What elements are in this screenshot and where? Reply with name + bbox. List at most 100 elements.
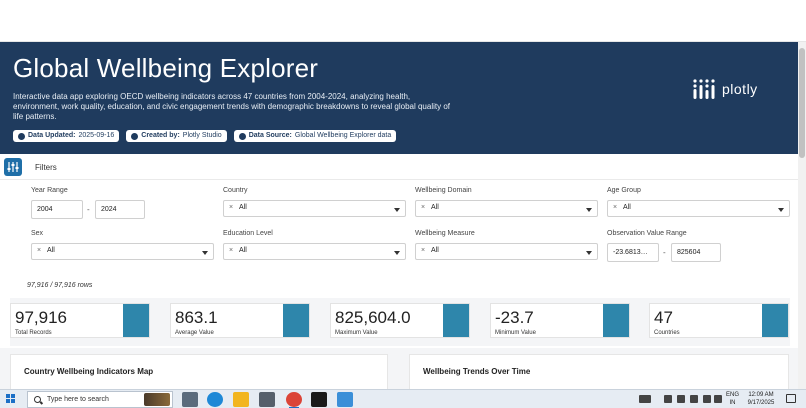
clear-icon[interactable]: × (421, 247, 425, 254)
kpi-accent (123, 304, 149, 337)
chevron-down-icon[interactable] (394, 208, 400, 212)
age-group-select[interactable]: × All (607, 200, 790, 217)
clear-icon[interactable]: × (229, 204, 233, 211)
row-count: 97,916 / 97,916 rows (27, 282, 93, 289)
file-explorer-icon[interactable] (233, 392, 249, 407)
app-icon[interactable] (311, 392, 327, 407)
mail-icon[interactable] (259, 392, 275, 407)
obs-min-input[interactable]: -23.6813… (607, 243, 659, 262)
badge-label: Data Source: (248, 132, 292, 139)
country-select[interactable]: × All (223, 200, 406, 217)
filters-title: Filters (35, 163, 57, 172)
selected-value: All (239, 247, 247, 254)
screen: Global Wellbeing Explorer Interactive da… (0, 0, 806, 408)
panel-title: Wellbeing Trends Over Time (423, 367, 531, 376)
clock-date: 9/17/2025 (747, 400, 775, 406)
badge-label: Created by: (141, 132, 180, 139)
map-panel: Country Wellbeing Indicators Map (10, 354, 388, 390)
kpi-label: Total Records (15, 330, 52, 336)
filters-toggle-bar[interactable]: Filters (0, 156, 798, 180)
wifi-icon[interactable] (703, 395, 711, 403)
data-updated-badge: Data Updated: 2025-09-16 (13, 130, 120, 142)
measure-select[interactable]: × All (415, 243, 598, 260)
year-from-input[interactable]: 2004 (31, 200, 83, 219)
chevron-down-icon[interactable] (586, 251, 592, 255)
kpi-value: 47 (654, 308, 673, 327)
kpi-label: Maximum Value (335, 330, 378, 336)
kpi-value: 97,916 (15, 308, 67, 327)
chevron-down-icon[interactable] (202, 251, 208, 255)
taskbar: Type here to search ENG IN 12:09 AM 9/17… (0, 389, 806, 408)
country-label: Country (223, 187, 248, 194)
cloud-icon[interactable] (677, 395, 685, 403)
obs-max-input[interactable]: 825604 (671, 243, 721, 262)
taskbar-search-box[interactable]: Type here to search (27, 391, 173, 408)
kpi-label: Average Value (175, 330, 214, 336)
logo-text: plotly (722, 81, 758, 97)
language-code: ENG (726, 392, 740, 398)
selected-value: All (431, 204, 439, 211)
chrome-icon[interactable] (286, 392, 302, 408)
domain-select[interactable]: × All (415, 200, 598, 217)
selected-value: All (47, 247, 55, 254)
database-icon (238, 132, 246, 140)
clear-icon[interactable]: × (613, 204, 617, 211)
created-by-badge: Created by: Plotly Studio (126, 130, 227, 142)
badge-value: Global Wellbeing Explorer data (294, 132, 392, 139)
chevron-down-icon[interactable] (394, 251, 400, 255)
year-range-label: Year Range (31, 187, 68, 194)
search-icon (34, 396, 41, 403)
page-scrollbar[interactable] (798, 42, 806, 389)
year-to-input[interactable]: 2024 (95, 200, 145, 219)
kpi-card: 863.1 Average Value (170, 303, 310, 338)
badge-value: 2025-09-16 (78, 132, 115, 139)
browser-chrome (0, 0, 806, 42)
chevron-down-icon[interactable] (778, 208, 784, 212)
badge-value: Plotly Studio (182, 132, 222, 139)
sliders-icon[interactable] (4, 158, 22, 176)
task-view-icon[interactable] (182, 392, 198, 407)
kpi-card: 47 Countries (649, 303, 789, 338)
kpi-accent (762, 304, 788, 337)
plotly-logo-icon (693, 79, 715, 99)
education-label: Education Level (223, 230, 273, 237)
kpi-value: -23.7 (495, 308, 534, 327)
volume-icon[interactable] (714, 395, 722, 403)
panel-title: Country Wellbeing Indicators Map (24, 367, 154, 376)
clear-icon[interactable]: × (37, 247, 41, 254)
windows-start-icon[interactable] (6, 394, 16, 404)
page-title: Global Wellbeing Explorer (13, 53, 319, 83)
chevron-down-icon[interactable] (586, 208, 592, 212)
keyboard-icon[interactable] (639, 395, 651, 403)
clock-time: 12:09 AM (748, 392, 774, 398)
app-header: Global Wellbeing Explorer Interactive da… (0, 42, 798, 154)
sex-select[interactable]: × All (31, 243, 214, 260)
battery-icon[interactable] (690, 395, 698, 403)
edge-browser-icon[interactable] (207, 392, 223, 407)
chevron-up-icon[interactable] (664, 395, 672, 403)
region-code: IN (729, 400, 736, 406)
selected-value: All (623, 204, 631, 211)
clear-icon[interactable]: × (421, 204, 425, 211)
kpi-label: Countries (654, 330, 680, 336)
education-select[interactable]: × All (223, 243, 406, 260)
trends-panel: Wellbeing Trends Over Time (409, 354, 789, 390)
system-clock[interactable]: 12:09 AM 9/17/2025 (744, 391, 778, 407)
kpi-value: 863.1 (175, 308, 218, 327)
notification-icon[interactable] (786, 394, 796, 403)
check-circle-icon (18, 132, 25, 140)
kpi-strip: 97,916 Total Records 863.1 Average Value… (10, 298, 790, 346)
kpi-accent (603, 304, 629, 337)
user-icon (131, 132, 139, 140)
selected-value: All (239, 204, 247, 211)
kpi-value: 825,604.0 (335, 308, 411, 327)
kpi-card: 825,604.0 Maximum Value (330, 303, 470, 338)
domain-label: Wellbeing Domain (415, 187, 472, 194)
scrollbar-thumb[interactable] (799, 48, 805, 158)
search-highlight-image (144, 393, 170, 406)
clear-icon[interactable]: × (229, 247, 233, 254)
selected-value: All (431, 247, 439, 254)
language-indicator[interactable]: ENG IN (726, 391, 739, 407)
sex-label: Sex (31, 230, 44, 237)
python-icon[interactable] (337, 392, 353, 407)
